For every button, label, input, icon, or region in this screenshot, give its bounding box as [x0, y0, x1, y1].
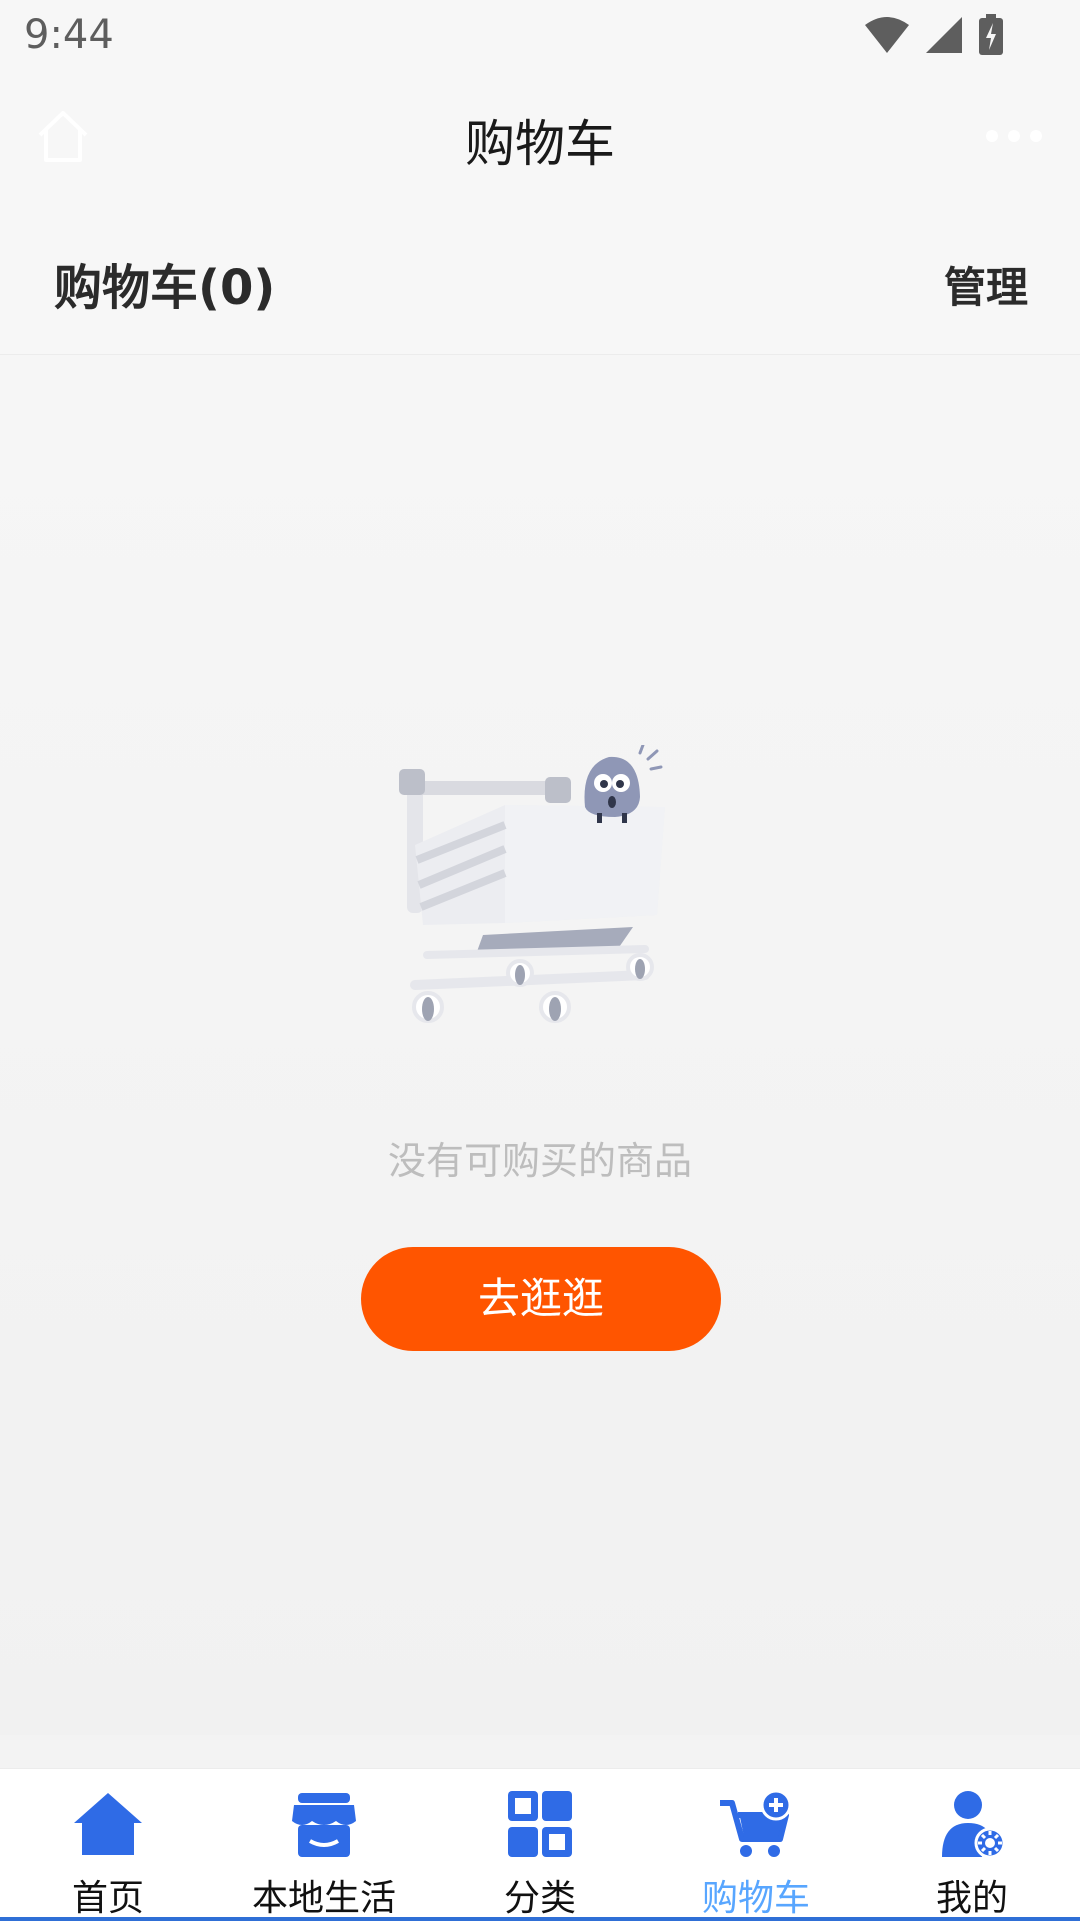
tab-label: 分类 — [503, 1878, 576, 1919]
status-icons — [864, 14, 1004, 56]
more-icon[interactable] — [986, 130, 1042, 142]
tab-label: 本地生活 — [251, 1878, 396, 1919]
tab-cart[interactable]: 购物车 — [648, 1769, 864, 1921]
go-shopping-button[interactable]: 去逛逛 — [361, 1247, 721, 1351]
empty-cart-message: 没有可购买的商品 — [387, 1139, 692, 1183]
navigation-bar: 购物车 — [0, 78, 1080, 198]
home-icon — [74, 1793, 142, 1855]
bottom-tab-bar: 首页 本地生活 分类 购物车 我的 — [0, 1768, 1080, 1921]
empty-cart-illustration — [399, 745, 665, 1023]
tab-label: 首页 — [71, 1878, 144, 1919]
signal-icon — [926, 17, 962, 53]
tab-category[interactable]: 分类 — [432, 1769, 648, 1921]
manage-button[interactable]: 管理 — [944, 254, 1028, 315]
battery-icon — [979, 14, 1003, 55]
cart-count-title: 购物车(0) — [54, 260, 276, 316]
tab-mine[interactable]: 我的 — [864, 1769, 1080, 1921]
grid-icon — [508, 1791, 572, 1857]
store-icon — [292, 1793, 356, 1857]
user-settings-icon — [942, 1791, 1006, 1859]
bottom-indicator-line — [0, 1917, 1080, 1921]
cart-header: 购物车(0) 管理 — [0, 198, 1080, 355]
status-time: 9:44 — [24, 12, 114, 58]
tab-label: 购物车 — [701, 1878, 810, 1919]
wifi-icon — [865, 17, 909, 53]
tab-label: 我的 — [935, 1878, 1008, 1919]
tab-home[interactable]: 首页 — [0, 1769, 216, 1921]
tab-local-life[interactable]: 本地生活 — [216, 1769, 432, 1921]
cart-empty-state: 没有可购买的商品 去逛逛 — [0, 355, 1080, 1735]
cart-icon — [720, 1789, 792, 1857]
status-bar: 9:44 — [0, 0, 1080, 78]
page-title: 购物车 — [465, 115, 615, 173]
